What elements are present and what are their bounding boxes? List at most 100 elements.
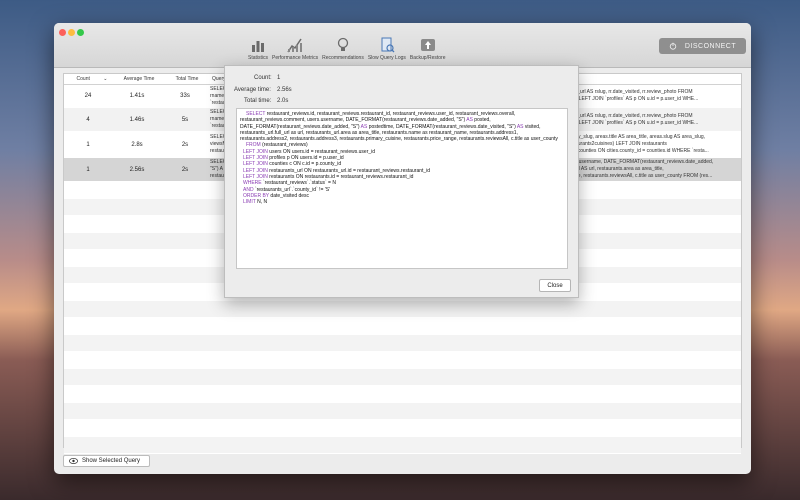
header-count-label: Count <box>76 76 90 82</box>
sql-keyword: LEFT JOIN <box>243 173 268 180</box>
toolbar-slow-query-logs[interactable]: Slow Query Logs <box>368 37 406 61</box>
toolbar-performance-metrics-label: Performance Metrics <box>272 55 319 61</box>
toolbar: Statistics Performance Metrics Recommend… <box>54 23 751 68</box>
average-time-label: Average time: <box>234 87 271 93</box>
power-icon <box>669 42 677 50</box>
toolbar-backup-restore-label: Backup/Restore <box>409 55 446 61</box>
sql-text: counties c ON c.id = p.county_id <box>267 161 342 168</box>
empty-row <box>64 437 741 454</box>
sql-text: restaurants_url ON restaurants_url.id = … <box>267 167 431 174</box>
row-total-time: 5s <box>181 116 189 123</box>
query-details-sheet: Count: 1 Average time: 2.56s Total time:… <box>224 65 579 298</box>
sql-keyword: AND <box>243 186 254 193</box>
toolbar-recommendations-label: Recommendations <box>322 55 364 61</box>
empty-row <box>64 386 741 403</box>
close-window-button[interactable] <box>59 29 66 36</box>
sql-text: N, N <box>255 199 268 206</box>
query-text: _range, restaurants.reviewsAll, c.title … <box>565 173 713 179</box>
disconnect-label: DISCONNECT <box>684 42 737 50</box>
show-selected-query-label: Show Selected Query <box>82 458 141 464</box>
average-time-value: 2.56s <box>277 87 292 93</box>
empty-row <box>64 369 741 386</box>
row-count: 24 <box>84 93 92 99</box>
row-count: 1 <box>86 141 90 148</box>
eye-icon <box>69 458 78 464</box>
sql-keyword: AS <box>516 123 524 130</box>
row-query-right: AS city_slug, areas.title AS area_title,… <box>565 134 728 155</box>
sql-keyword: LEFT JOIN <box>243 155 268 162</box>
empty-row <box>64 403 741 420</box>
toolbar-statistics-label: Statistics <box>248 55 269 61</box>
row-query-right: users.username, DATE_FORMAT(restaurant_r… <box>565 159 728 180</box>
sql-text: `restaurants_url`.`county_id` != 'S' <box>253 186 331 193</box>
query-text: users.username, DATE_FORMAT(restaurant_r… <box>565 159 714 165</box>
empty-row <box>64 335 741 352</box>
empty-row <box>64 352 741 369</box>
sql-keyword: ORDER BY <box>243 192 270 199</box>
sql-text: profiles p ON users.id = p.user_id <box>267 155 344 162</box>
sql-keyword: LEFT JOIN <box>243 148 268 155</box>
sql-keyword: AS <box>466 117 473 124</box>
sql-keyword: LEFT JOIN <box>243 161 268 168</box>
row-average-time: 1.46s <box>129 116 145 123</box>
header-count[interactable]: Count ⌄ <box>64 76 112 82</box>
sql-text: restaurants ON restaurants.id = restaura… <box>267 173 414 180</box>
query-text: = u.id LEFT JOIN `profiles` AS p ON u.id… <box>565 96 699 102</box>
sql-text: `restaurant_reviews`.`status` = N <box>261 180 336 187</box>
query-text: r2.full_url AS rslug, rr.date_visited, r… <box>565 89 693 95</box>
sql-keyword: LIMIT <box>243 199 256 206</box>
close-button[interactable]: Close <box>539 279 571 292</box>
sql-text: date_visited desc <box>269 192 310 199</box>
toolbar-backup-restore[interactable]: Backup/Restore <box>409 37 446 61</box>
sql-keyword: FROM <box>246 142 261 149</box>
header-average-time[interactable]: Average Time <box>112 76 162 82</box>
row-total-time: 2s <box>181 141 189 148</box>
count-label: Count: <box>254 75 272 81</box>
logs-icon <box>381 37 395 53</box>
row-query-right: r2.full_url AS rslug, rr.date_visited, r… <box>565 89 728 103</box>
sql-text: users ON users.id = restaurant_reviews.u… <box>267 148 376 155</box>
sql-query-text[interactable]: SELECT restaurant_reviews.id, restaurant… <box>236 108 568 269</box>
row-average-time: 2.8s <box>131 141 143 148</box>
toolbar-recommendations[interactable]: Recommendations <box>322 37 364 61</box>
sql-line: LIMIT N, N <box>240 199 564 205</box>
sql-line: SELECT restaurant_reviews.id, restaurant… <box>240 111 564 142</box>
toolbar-slow-query-logs-label: Slow Query Logs <box>367 55 406 61</box>
backup-icon <box>420 39 435 51</box>
row-total-time: 2s <box>181 166 189 173</box>
total-time-label: Total time: <box>244 98 272 104</box>
query-text: full_url AS url, restaurants.area as are… <box>565 166 664 172</box>
row-average-time: 1.41s <box>129 93 145 99</box>
query-text: r2.full_url AS rslug, rr.date_visited, r… <box>565 112 693 119</box>
sql-keyword: SELECT <box>246 111 266 117</box>
empty-row <box>64 301 741 318</box>
sql-text: (restaurant_reviews) <box>260 142 308 149</box>
header-total-time[interactable]: Total Time <box>162 76 208 82</box>
row-query-right: r2.full_url AS rslug, rr.date_visited, r… <box>565 113 728 127</box>
sql-keyword: WHERE <box>243 180 262 187</box>
empty-row <box>64 420 741 437</box>
row-count: 4 <box>86 116 90 123</box>
total-time-value: 2.0s <box>277 98 289 104</box>
count-value: 1 <box>277 75 281 81</box>
toolbar-performance-metrics[interactable]: Performance Metrics <box>272 37 318 61</box>
toolbar-statistics[interactable]: Statistics <box>248 37 268 61</box>
metrics-icon <box>287 38 303 53</box>
query-text: AS city_slug, areas.title AS area_title,… <box>565 134 706 140</box>
row-total-time: 33s <box>180 93 190 99</box>
sort-chevron-icon: ⌄ <box>103 76 108 82</box>
minimize-window-button[interactable] <box>68 29 75 36</box>
row-average-time: 2.56s <box>129 166 145 173</box>
sql-text: postedtime, DATE_FORMAT(restaurant_revie… <box>367 123 517 130</box>
sql-keyword: LEFT JOIN <box>243 167 268 174</box>
query-text: JOIN counties ON cities.county_id = coun… <box>565 148 709 154</box>
bar-chart-icon <box>252 41 264 52</box>
row-count: 1 <box>86 166 90 173</box>
disconnect-button[interactable]: DISCONNECT <box>659 38 746 54</box>
query-text: = u.id LEFT JOIN `profiles` AS p ON u.id… <box>565 119 699 126</box>
lightbulb-icon <box>337 37 349 51</box>
query-text: (restaurants2cuisines) LEFT JOIN restaur… <box>565 141 667 147</box>
zoom-window-button[interactable] <box>77 29 84 36</box>
show-selected-query-button[interactable]: Show Selected Query <box>63 455 150 467</box>
empty-row <box>64 318 741 335</box>
